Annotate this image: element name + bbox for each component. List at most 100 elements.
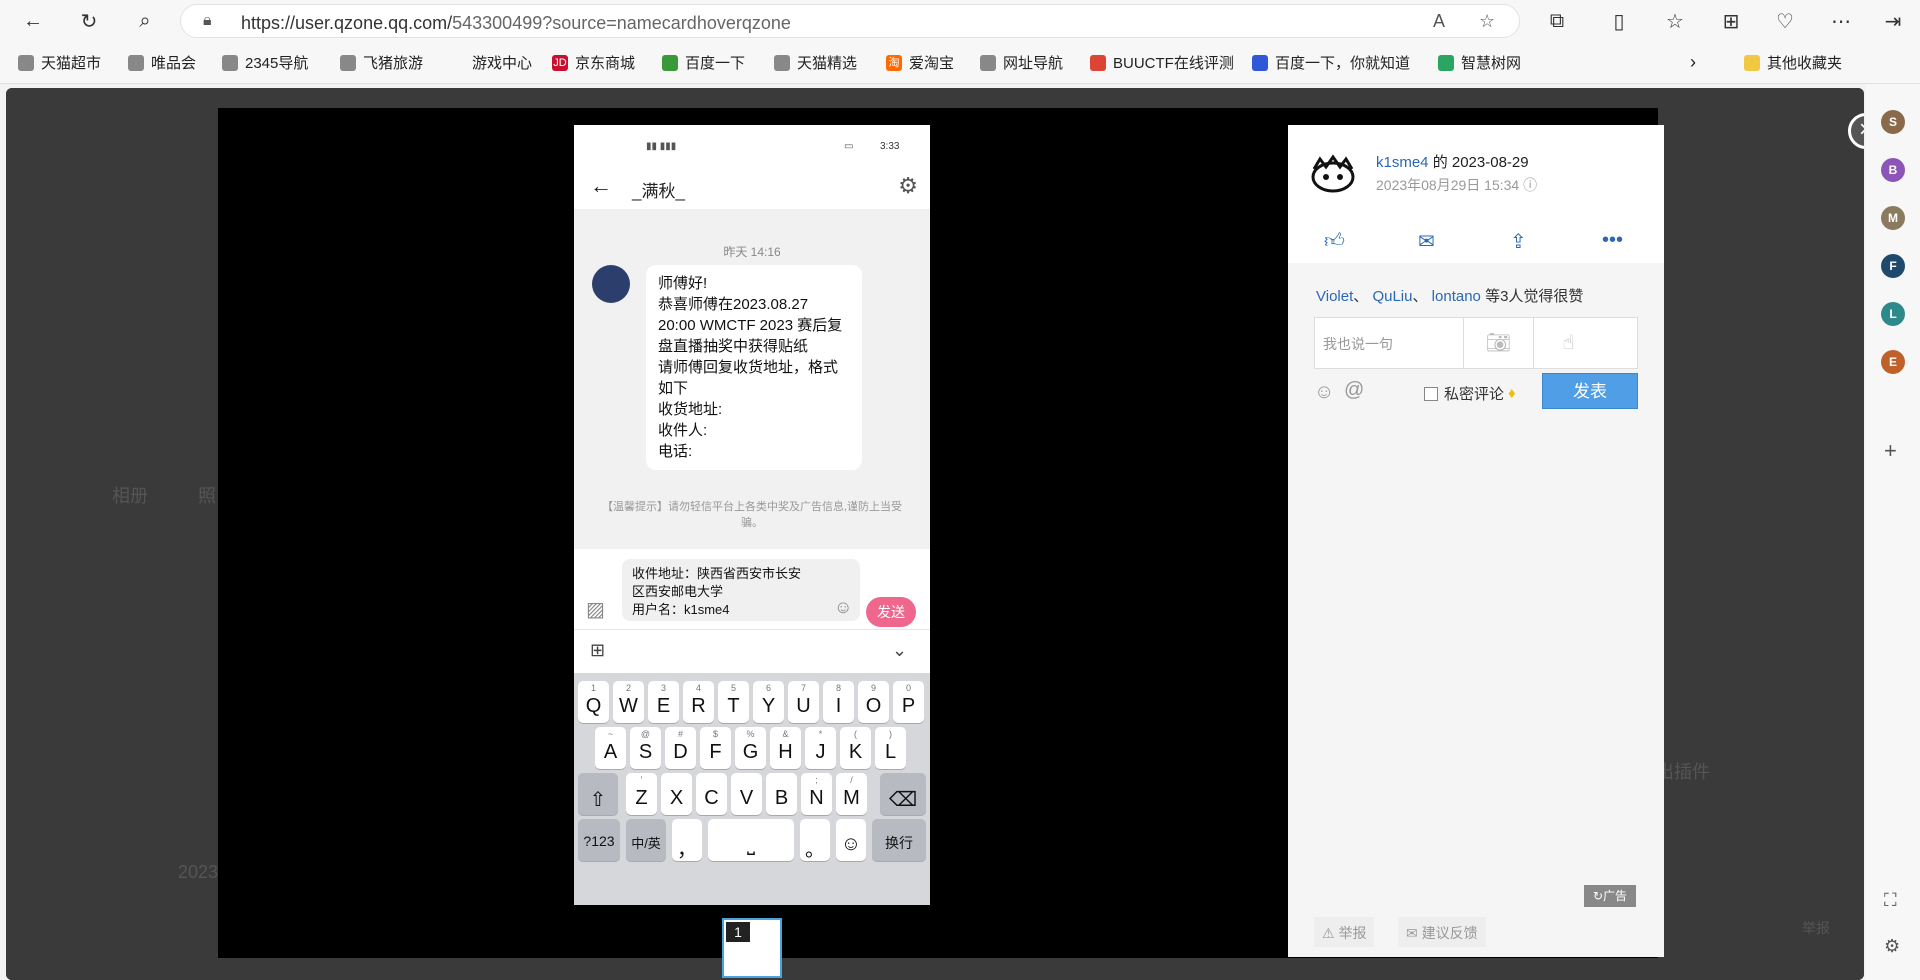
key-label: T <box>727 695 740 717</box>
chevron-right-icon[interactable]: › <box>1690 52 1696 73</box>
space-key: ⎵ <box>708 819 794 861</box>
bookmark-item[interactable]: 百度一下 <box>662 52 745 73</box>
avatar <box>592 265 630 303</box>
key-label: Q <box>585 695 602 717</box>
comment-input[interactable]: 我也说一句 📷︎ ☝ <box>1314 317 1638 369</box>
split-screen-icon[interactable]: ▯ <box>1604 6 1634 36</box>
photo-viewer: ▮▮ ▮▮▮ ▭ 3:33 ← _满秋_ ⚙ 昨天 14:16 师傅好! 恭喜师… <box>218 108 1864 978</box>
sidebar-toggle-icon[interactable]: ⇥ <box>1878 6 1908 36</box>
key-label: A <box>603 741 618 763</box>
report-button[interactable]: ⚠ 举报 <box>1314 917 1375 947</box>
key-hint: 9 <box>870 683 876 693</box>
feedback-button[interactable]: ✉ 建议反馈 <box>1398 917 1486 947</box>
lock-icon[interactable]: 🔒︎ <box>203 12 212 30</box>
key-label: P <box>901 695 916 717</box>
bookmark-folder-other[interactable]: 其他收藏夹 <box>1744 52 1842 73</box>
user-link[interactable]: k1sme4 <box>1376 154 1429 171</box>
key: X <box>661 773 692 815</box>
sidebar-app-l[interactable]: L <box>1881 302 1905 326</box>
post-button[interactable]: 发表 <box>1542 373 1638 409</box>
message-time: 昨天 14:16 <box>723 245 781 259</box>
bookmark-item[interactable]: 天猫超市 <box>18 52 101 73</box>
bookmark-item[interactable]: 唯品会 <box>128 52 196 73</box>
private-comment-toggle[interactable]: 私密评论 ♦ <box>1424 383 1516 404</box>
bookmark-item[interactable]: 网址导航 <box>980 52 1063 73</box>
key: ) L <box>875 727 906 769</box>
search-icon[interactable]: ⌕ <box>130 6 160 36</box>
sidebar-app-s[interactable]: S <box>1881 110 1905 134</box>
sidebar-app-b[interactable]: B <box>1881 158 1905 182</box>
ad-badge[interactable]: ↻广告 <box>1584 885 1636 907</box>
key-label: R <box>691 695 706 717</box>
language-key: 中/英 <box>626 819 666 861</box>
key: 7U <box>788 681 819 723</box>
key: 4R <box>683 681 714 723</box>
key-label: ?123 <box>583 833 615 849</box>
emoji-icon[interactable]: ☺ <box>1314 381 1334 404</box>
bookmark-item[interactable]: 淘爱淘宝 <box>886 52 954 73</box>
performance-icon[interactable]: ♡ <box>1770 6 1800 36</box>
settings-icon[interactable]: ⚙ <box>1884 936 1900 957</box>
thumbnail[interactable]: 1 <box>722 918 782 978</box>
sidebar-app-f[interactable]: F <box>1881 254 1905 278</box>
bookmark-item[interactable]: BUUCTF在线评测 <box>1090 52 1234 73</box>
refresh-icon[interactable]: ↻ <box>74 6 104 36</box>
favorites-icon[interactable]: ☆ <box>1660 6 1690 36</box>
more-icon[interactable]: ⋯ <box>1826 6 1856 36</box>
key-label: U <box>796 695 811 717</box>
add-icon[interactable]: + <box>1884 438 1897 464</box>
mention-icon[interactable]: @ <box>1344 379 1364 402</box>
key: @ S <box>630 727 661 769</box>
back-icon[interactable]: ← <box>18 6 48 36</box>
share-icon[interactable]: ⇪ <box>1510 229 1527 254</box>
page-content: 相册 照 2023- 出插件 举报 ▮▮ ▮▮▮ ▭ 3:33 ← _满秋_ ⚙… <box>6 88 1864 980</box>
bookmark-item[interactable]: 2345导航 <box>222 52 308 73</box>
sidebar-app-e[interactable]: E <box>1881 350 1905 374</box>
message-line: 请师傅回复收货地址，格式 <box>658 359 839 376</box>
keyboard: 1 Q 2 W 3 E 4 R 5 T 6 Y 7 U 8 I 9 O 0 P ~ A @ S # D $ F% G & H * J(K) L ⇧ '… <box>574 673 930 905</box>
message-line: 电话: <box>658 443 693 460</box>
key-label: N <box>809 787 824 809</box>
liker-link[interactable]: QuLiu <box>1372 288 1412 305</box>
address-bar[interactable]: 🔒︎ https://user.qzone.qq.com/543300499?s… <box>180 4 1520 38</box>
post-actions: 👍︎ ✉ ⇪ ••• <box>1288 221 1664 263</box>
liker-link[interactable]: lontano <box>1432 288 1481 305</box>
key: * J <box>805 727 836 769</box>
url-text[interactable]: https://user.qzone.qq.com/543300499?sour… <box>241 13 791 34</box>
comment-icon[interactable]: ✉ <box>1418 229 1435 254</box>
info-icon[interactable]: ⓘ <box>1523 177 1537 193</box>
camera-icon[interactable]: 📷︎ <box>1463 318 1533 368</box>
photo-image[interactable]: ▮▮ ▮▮▮ ▭ 3:33 ← _满秋_ ⚙ 昨天 14:16 师傅好! 恭喜师… <box>574 125 930 905</box>
read-aloud-icon[interactable]: A <box>1433 11 1445 32</box>
baidu-2345-icon <box>662 54 678 71</box>
star-icon[interactable]: ☆ <box>1479 11 1495 32</box>
comment-panel: k1sme4 的 2023-08-29 2023年08月29日 15:34 ⓘ … <box>1288 125 1664 957</box>
private-checkbox[interactable] <box>1424 386 1438 401</box>
message-line: 收件人: <box>658 422 708 439</box>
key-hint: 6 <box>765 683 771 693</box>
key-hint: 8 <box>835 683 841 693</box>
vip-diamond-icon: ♦ <box>1508 385 1516 402</box>
bookmark-item[interactable]: 游戏中心 <box>472 52 532 73</box>
avatar[interactable] <box>1310 151 1356 197</box>
screenshot-icon[interactable]: ⛶ <box>1884 890 1897 911</box>
extensions-icon[interactable]: ⧉ <box>1542 6 1572 36</box>
key-label: M <box>843 787 860 809</box>
bookmark-item[interactable]: JD 京东商城 <box>552 52 635 73</box>
more-icon[interactable]: ••• <box>1602 229 1623 252</box>
bookmark-item[interactable]: 百度一下，你就知道 <box>1252 52 1410 73</box>
bookmark-item[interactable]: 天猫精选 <box>774 52 857 73</box>
sidebar-app-m[interactable]: M <box>1881 206 1905 230</box>
like-icon[interactable]: 👍︎ <box>1324 229 1345 253</box>
key: 5T <box>718 681 749 723</box>
liker-link[interactable]: Violet <box>1316 288 1353 305</box>
key: $ F <box>700 727 731 769</box>
page-icon <box>774 54 790 71</box>
key: (K <box>840 727 871 769</box>
emoji-icon: ☺ <box>840 833 862 855</box>
chat-contact-name: _满秋_ <box>632 182 685 201</box>
bookmark-item[interactable]: 智慧树网 <box>1438 52 1521 73</box>
poke-icon[interactable]: ☝ <box>1533 318 1603 368</box>
bookmark-item[interactable]: 飞猪旅游 <box>340 52 423 73</box>
collections-icon[interactable]: ⊞ <box>1716 6 1746 36</box>
